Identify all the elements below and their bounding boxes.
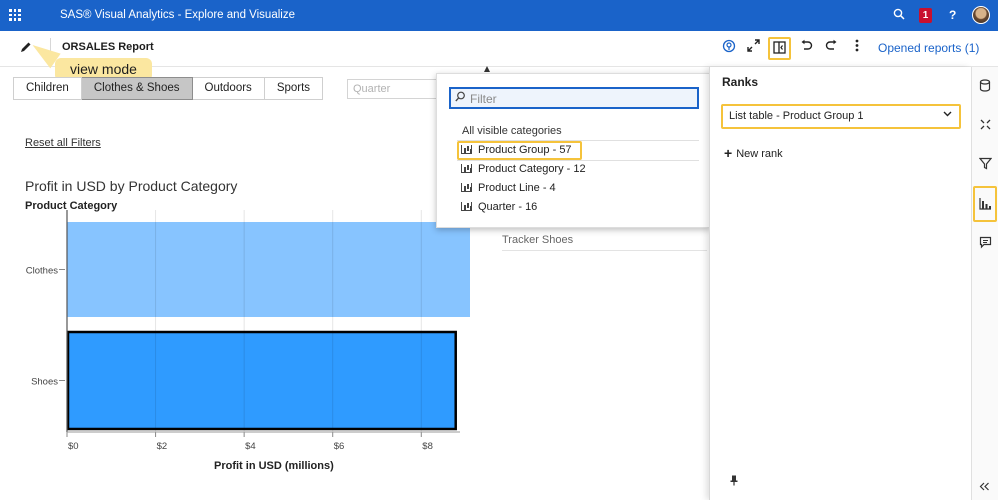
filter-icon[interactable] (978, 157, 993, 173)
right-rail (971, 67, 998, 500)
more-options-icon[interactable] (855, 39, 859, 55)
redo-icon[interactable] (825, 39, 838, 55)
popup-caret (484, 66, 490, 72)
ranks-title: Ranks (722, 75, 759, 89)
options-icon[interactable] (979, 118, 992, 134)
avatar[interactable] (972, 6, 990, 24)
app-title: SAS® Visual Analytics - Explore and Visu… (60, 9, 295, 21)
search-icon (455, 91, 466, 105)
data-icon[interactable] (979, 79, 992, 95)
bar-clothes[interactable] (67, 222, 470, 317)
x-tick-label: $6 (334, 441, 345, 452)
popup-divider (457, 160, 699, 161)
x-tick-label: $8 (422, 441, 433, 452)
tab-children[interactable]: Children (13, 77, 82, 100)
bar-chart-icon (461, 145, 472, 154)
chart-title: Profit in USD by Product Category (25, 178, 238, 194)
help-icon[interactable]: ? (949, 8, 956, 22)
rank-select-value: List table - Product Group 1 (729, 110, 864, 122)
collapse-icon[interactable] (979, 480, 990, 494)
bar-chart-icon (461, 164, 472, 173)
profit-bar-chart: Clothes Shoes $0 $2 $4 $6 $8 (26, 210, 470, 452)
notification-badge[interactable]: 1 (919, 8, 932, 23)
plus-icon: + (724, 145, 733, 161)
new-rank-label: New rank (736, 148, 783, 160)
chevron-down-icon (943, 109, 952, 120)
search-icon[interactable] (893, 8, 905, 23)
list-divider (502, 250, 707, 251)
expand-icon[interactable] (747, 39, 760, 55)
comment-icon[interactable] (979, 236, 992, 252)
ranks-icon[interactable] (979, 197, 992, 213)
quarter-filter-input[interactable]: Quarter (347, 79, 437, 99)
x-tick-label: $4 (245, 441, 256, 452)
insights-icon[interactable] (722, 39, 736, 56)
popup-item-product-category[interactable]: Product Category - 12 (461, 163, 586, 175)
popup-item-label: Quarter - 16 (478, 201, 538, 213)
popup-item-quarter[interactable]: Quarter - 16 (461, 201, 537, 213)
x-tick-label: $2 (157, 441, 168, 452)
reset-filters-link[interactable]: Reset all Filters (25, 137, 101, 149)
rank-target-select[interactable]: List table - Product Group 1 (724, 107, 958, 127)
category-tabs: Children Clothes & Shoes Outdoors Sports (13, 77, 324, 100)
report-title: ORSALES Report (62, 41, 154, 53)
category-label: Clothes (26, 266, 58, 277)
category-label: Shoes (31, 377, 58, 388)
app-menu-icon[interactable] (9, 9, 21, 21)
toggle-pane-icon[interactable] (773, 41, 786, 57)
app-bar: SAS® Visual Analytics - Explore and Visu… (0, 0, 998, 31)
filter-placeholder: Filter (470, 92, 497, 106)
opened-reports-link[interactable]: Opened reports (1) (878, 41, 979, 55)
x-tick-label: $0 (68, 441, 79, 452)
popup-item-label: Product Category - 12 (478, 163, 586, 175)
popup-item-label: Product Line - 4 (478, 182, 556, 194)
tab-clothes-shoes[interactable]: Clothes & Shoes (81, 77, 193, 100)
list-item-tracker-shoes[interactable]: Tracker Shoes (502, 234, 573, 246)
tab-sports[interactable]: Sports (264, 77, 324, 100)
ranks-panel: Ranks List table - Product Group 1 + New … (709, 67, 971, 500)
popup-item-label: Product Group - 57 (478, 144, 572, 156)
popup-item-product-group[interactable]: Product Group - 57 (461, 144, 572, 156)
chart-xlabel: Profit in USD (millions) (214, 460, 334, 472)
category-picker-popup: Filter All visible categories Product Gr… (436, 73, 710, 228)
undo-icon[interactable] (800, 39, 813, 55)
popup-heading: All visible categories (462, 125, 562, 137)
new-rank-button[interactable]: + New rank (724, 144, 783, 161)
bar-chart-icon (461, 183, 472, 192)
filter-input[interactable]: Filter (449, 87, 699, 109)
tab-outdoors[interactable]: Outdoors (192, 77, 265, 100)
bar-shoes[interactable] (67, 333, 457, 428)
pin-icon[interactable] (730, 475, 738, 489)
bar-chart-icon (461, 202, 472, 211)
popup-item-product-line[interactable]: Product Line - 4 (461, 182, 556, 194)
